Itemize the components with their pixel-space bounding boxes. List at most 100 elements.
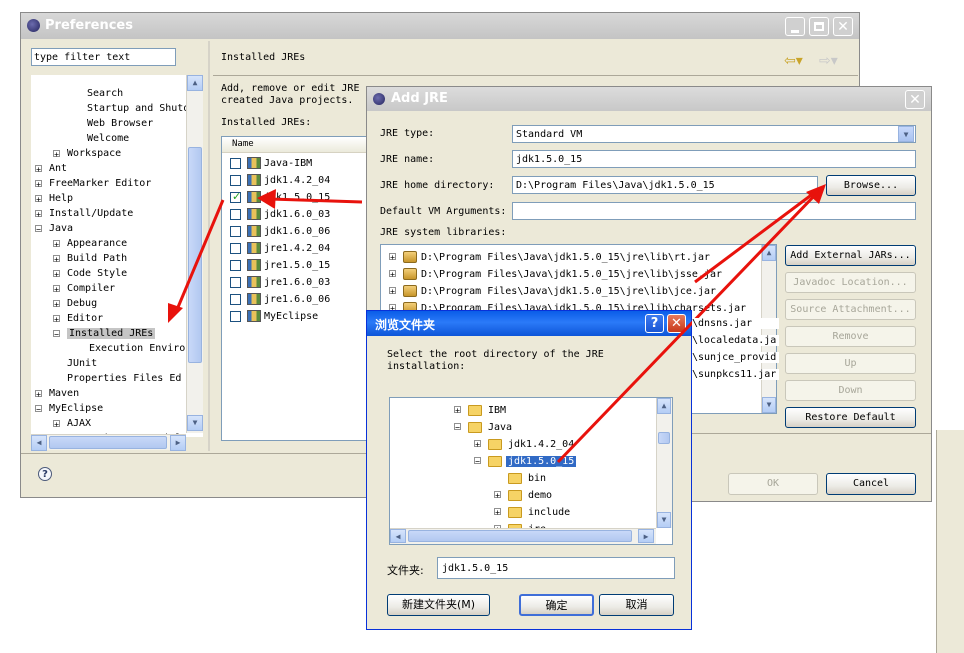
javadoc-location-button[interactable]: Javadoc Location... (785, 272, 916, 293)
ok-button[interactable]: OK (728, 473, 818, 495)
library-row[interactable]: + D:\Program Files\Java\jdk1.5.0_15\jre\l… (381, 266, 761, 283)
folder-row[interactable]: − jdk1.5.0_15 (390, 453, 656, 470)
jre-row[interactable]: jre1.6.0_03 (222, 274, 372, 291)
checkbox[interactable] (230, 226, 241, 237)
jre-row[interactable]: jre1.6.0_06 (222, 291, 372, 308)
close-button[interactable]: ✕ (833, 17, 853, 36)
forward-icon[interactable]: ⇨▾ (819, 53, 838, 69)
expand-icon[interactable]: + (53, 300, 60, 309)
scroll-down-icon[interactable]: ▼ (657, 512, 671, 528)
scroll-thumb[interactable] (658, 432, 670, 444)
restore-default-button[interactable]: Restore Default (785, 407, 916, 428)
back-icon[interactable]: ⇦▾ (784, 53, 803, 69)
tree-item[interactable]: + Debug (31, 297, 203, 312)
expand-icon[interactable]: + (389, 253, 396, 262)
collapse-icon[interactable]: − (53, 330, 60, 339)
folder-row[interactable]: + jdk1.4.2_04 (390, 436, 656, 453)
tree-item[interactable]: + Appearance (31, 237, 203, 252)
checkbox[interactable] (230, 158, 241, 169)
tree-item[interactable]: Startup and Shutdow (31, 102, 203, 117)
scroll-right-icon[interactable]: ▶ (170, 435, 186, 451)
minimize-button[interactable] (785, 17, 805, 36)
library-row[interactable]: + D:\Program Files\Java\jdk1.5.0_15\jre\l… (381, 249, 761, 266)
scroll-left-icon[interactable]: ◀ (390, 529, 406, 543)
expand-icon[interactable]: + (53, 285, 60, 294)
expand-icon[interactable]: + (35, 210, 42, 219)
scroll-up-icon[interactable]: ▲ (657, 398, 671, 414)
down-button[interactable]: Down (785, 380, 916, 401)
tree-item[interactable]: Execution Enviro (31, 342, 203, 357)
confirm-button[interactable]: 确定 (519, 594, 594, 616)
expand-icon[interactable]: + (389, 270, 396, 279)
folder-row[interactable]: + include (390, 504, 656, 521)
folder-vscrollbar[interactable]: ▲ ▼ (656, 398, 672, 528)
chevron-down-icon[interactable]: ▼ (898, 126, 914, 142)
expand-icon[interactable]: + (53, 420, 60, 429)
expand-icon[interactable]: + (53, 150, 60, 159)
checkbox[interactable] (230, 209, 241, 220)
tree-item[interactable]: + Build Path (31, 252, 203, 267)
hscroll-thumb[interactable] (49, 436, 167, 449)
remove-button[interactable]: Remove (785, 326, 916, 347)
scroll-up-icon[interactable]: ▲ (187, 75, 203, 91)
checkbox[interactable] (230, 243, 241, 254)
expand-icon[interactable]: + (53, 240, 60, 249)
tree-item[interactable]: − MyEclipse (31, 402, 203, 417)
expand-icon[interactable]: + (494, 491, 501, 500)
filter-input[interactable]: type filter text (31, 48, 176, 66)
tree-item[interactable]: + Maven (31, 387, 203, 402)
add-external-jars-button[interactable]: Add External JARs... (785, 245, 916, 266)
jre-row[interactable]: jre1.4.2_04 (222, 240, 372, 257)
jre-row[interactable]: jdk1.6.0_06 (222, 223, 372, 240)
browse-cancel-button[interactable]: 取消 (599, 594, 674, 616)
tree-item[interactable]: Welcome (31, 132, 203, 147)
jre-row[interactable]: jre1.5.0_15 (222, 257, 372, 274)
home-dir-input[interactable]: D:\Program Files\Java\jdk1.5.0_15 (512, 176, 818, 194)
folder-row[interactable]: + IBM (390, 402, 656, 419)
library-row[interactable]: + D:\Program Files\Java\jdk1.5.0_15\jre\l… (381, 283, 761, 300)
scroll-down-icon[interactable]: ▼ (187, 415, 203, 431)
browse-button[interactable]: Browse... (826, 175, 916, 196)
expand-icon[interactable]: + (53, 255, 60, 264)
folder-row[interactable]: bin (390, 470, 656, 487)
expand-icon[interactable]: + (494, 508, 501, 517)
tree-item[interactable]: + Code Style (31, 267, 203, 282)
checkbox[interactable] (230, 311, 241, 322)
tree-item[interactable]: + Editor (31, 312, 203, 327)
folder-row[interactable]: − Java (390, 419, 656, 436)
folder-row[interactable]: + demo (390, 487, 656, 504)
scroll-down-icon[interactable]: ▼ (762, 397, 776, 413)
close-button[interactable]: ✕ (667, 314, 686, 333)
tree-item[interactable]: + Workspace (31, 147, 203, 162)
maximize-button[interactable] (809, 17, 829, 36)
tree-item[interactable]: + FreeMarker Editor (31, 177, 203, 192)
scroll-left-icon[interactable]: ◀ (31, 435, 47, 451)
scroll-thumb[interactable] (188, 147, 202, 363)
tree-item[interactable]: JUnit (31, 357, 203, 372)
hscroll-thumb[interactable] (408, 530, 632, 542)
jre-row[interactable]: MyEclipse (222, 308, 372, 325)
close-button[interactable]: ✕ (905, 90, 925, 109)
tree-item[interactable]: + Install/Update (31, 207, 203, 222)
folder-hscrollbar[interactable]: ◀ ▶ (390, 528, 656, 544)
expand-icon[interactable]: + (35, 390, 42, 399)
expand-icon[interactable]: + (474, 440, 481, 449)
expand-icon[interactable]: + (35, 195, 42, 204)
expand-icon[interactable]: + (53, 315, 60, 324)
collapse-icon[interactable]: − (35, 225, 42, 234)
new-folder-button[interactable]: 新建文件夹(M) (387, 594, 490, 616)
collapse-icon[interactable]: − (35, 405, 42, 414)
jre-name-input[interactable]: jdk1.5.0_15 (512, 150, 916, 168)
tree-item[interactable]: + AJAX (31, 417, 203, 432)
tree-item[interactable]: Search (31, 87, 203, 102)
source-attachment-button[interactable]: Source Attachment... (785, 299, 916, 320)
tree-item[interactable]: − Installed JREs (31, 327, 203, 342)
jre-row[interactable]: Java-IBM (222, 155, 372, 172)
tree-item[interactable]: + Ant (31, 162, 203, 177)
table-header[interactable]: Name (222, 137, 372, 153)
tree-vscrollbar[interactable]: ▲ ▼ (186, 75, 203, 433)
checkbox[interactable] (230, 294, 241, 305)
jre-type-select[interactable]: Standard VM ▼ (512, 125, 916, 143)
help-button[interactable]: ? (645, 314, 664, 333)
up-button[interactable]: Up (785, 353, 916, 374)
